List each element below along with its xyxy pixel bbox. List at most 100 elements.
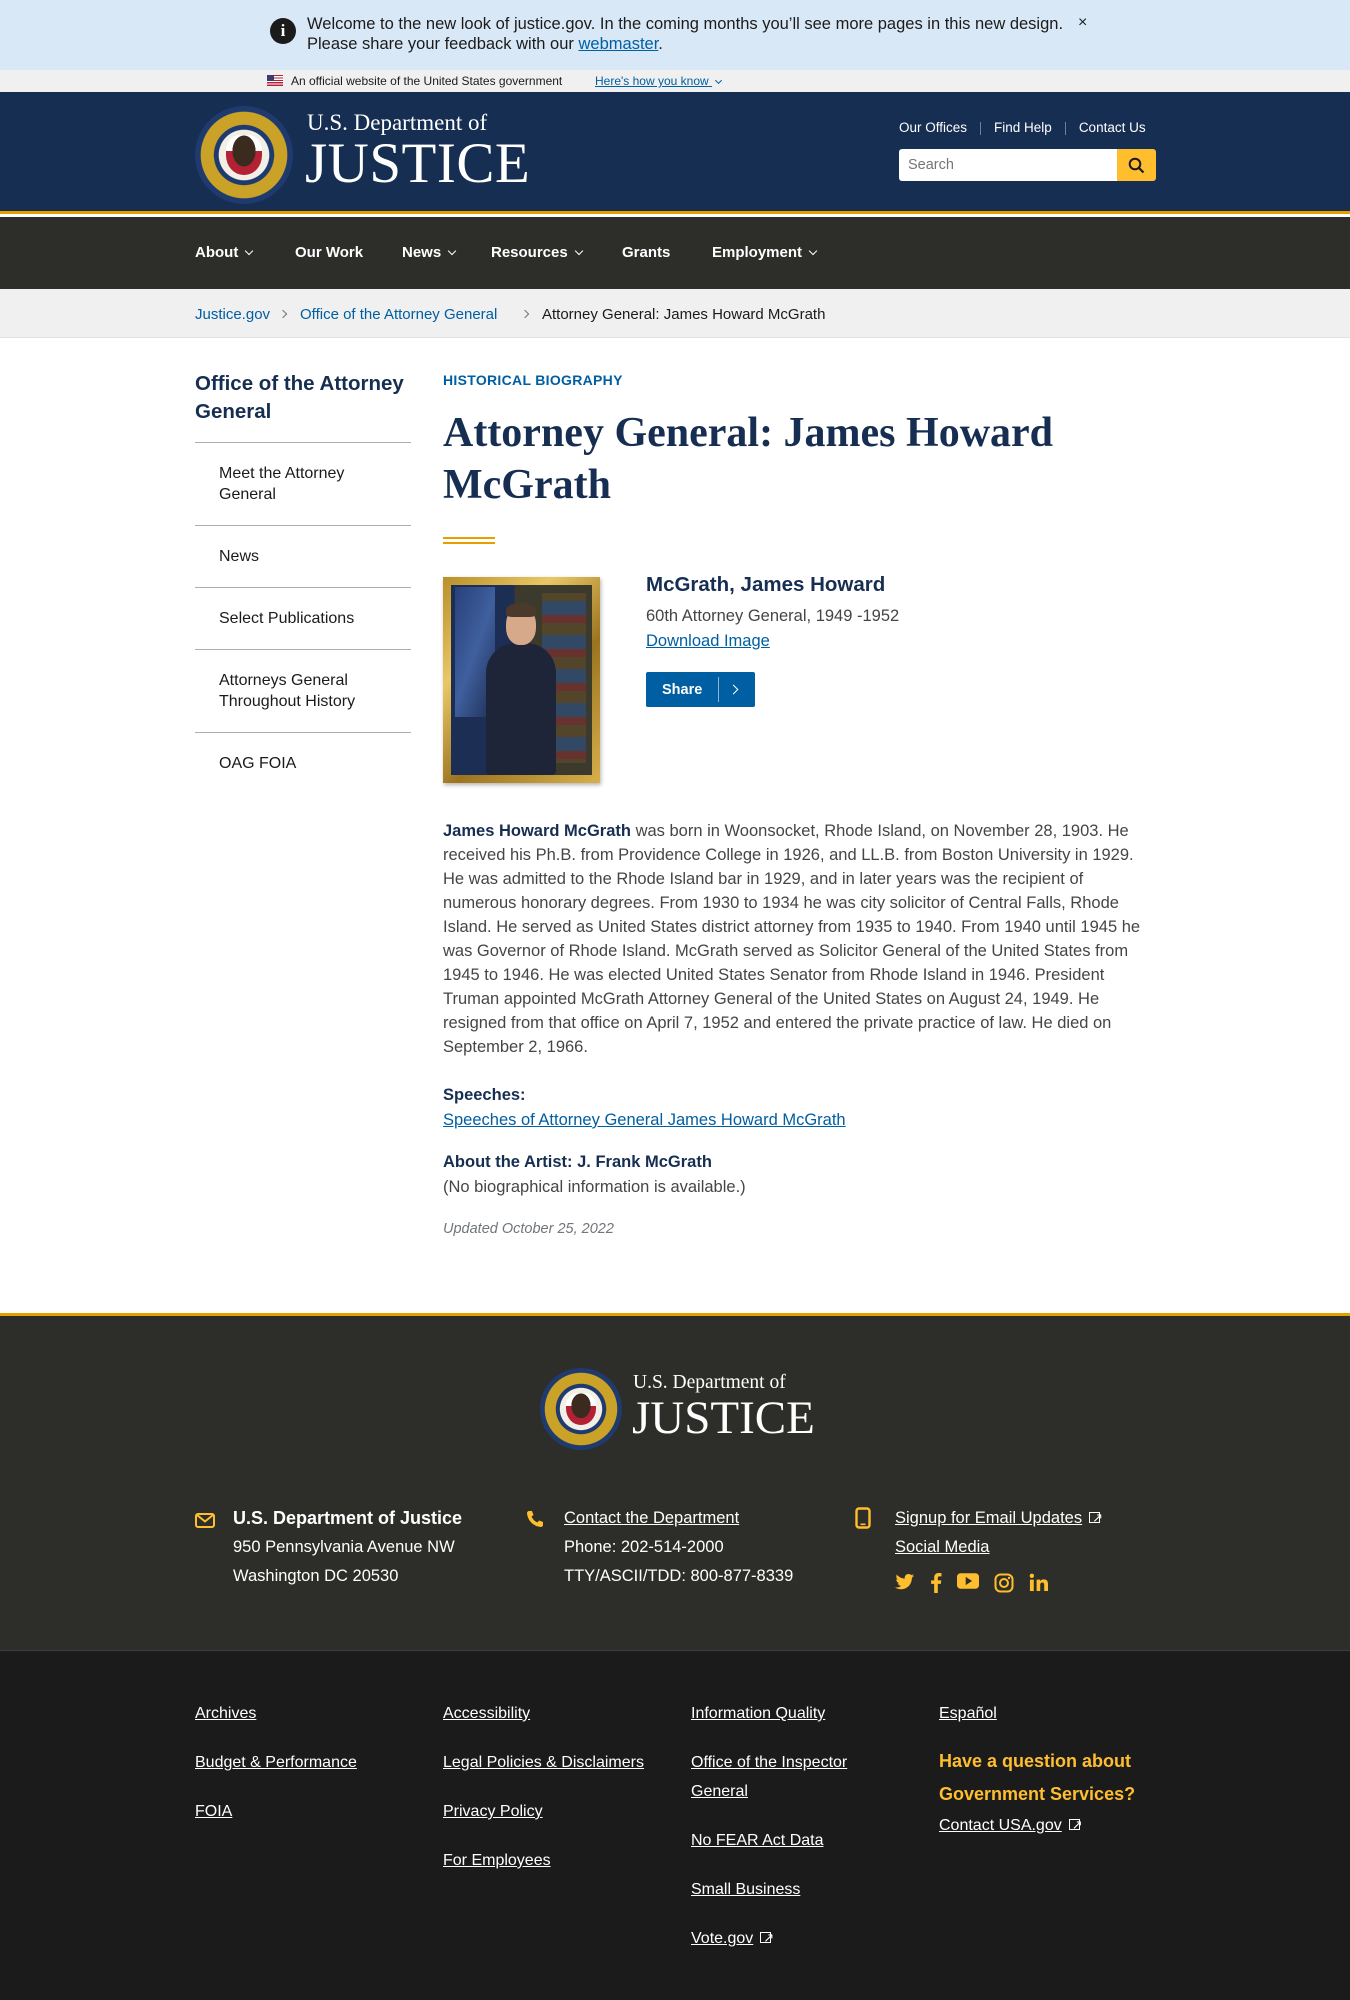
page-title: Attorney General: James Howard McGrath — [443, 410, 1054, 508]
nav-resources[interactable]: Resources — [491, 244, 583, 261]
footer-contact-info: Contact the Department Phone: 202-514-20… — [564, 1504, 793, 1591]
breadcrumb-oag[interactable]: Office of the Attorney General — [300, 306, 497, 323]
divider — [718, 677, 719, 702]
title-divider — [443, 537, 495, 544]
alert-message: Welcome to the new look of justice.gov. … — [307, 15, 1064, 53]
how-you-know-link[interactable]: Here's how you know — [595, 74, 723, 88]
footer-link-employees[interactable]: For Employees — [443, 1846, 644, 1875]
mail-icon — [195, 1513, 215, 1528]
nav-our-work[interactable]: Our Work — [295, 244, 363, 261]
breadcrumb: Justice.gov Office of the Attorney Gener… — [0, 289, 1350, 338]
external-link-icon — [1089, 1503, 1103, 1532]
chevron-right-icon — [278, 309, 288, 319]
footer-link-privacy[interactable]: Privacy Policy — [443, 1797, 644, 1826]
footer-link-info-quality[interactable]: Information Quality — [691, 1699, 881, 1728]
footer-col-3: Information Quality Office of the Inspec… — [691, 1699, 881, 1973]
footer-phone: Phone: 202-514-2000 — [564, 1538, 724, 1556]
page-kicker: HISTORICAL BIOGRAPHY — [443, 372, 623, 388]
social-media-link[interactable]: Social Media — [895, 1533, 1100, 1562]
footer-links: Archives Budget & Performance FOIA Acces… — [0, 1650, 1350, 2000]
contact-us-link[interactable]: Contact Us — [1079, 120, 1146, 135]
biography-text: James Howard McGrath was born in Woonsoc… — [443, 822, 1141, 1056]
footer-link-accessibility[interactable]: Accessibility — [443, 1699, 644, 1728]
nav-grants[interactable]: Grants — [622, 244, 670, 261]
contact-department-link[interactable]: Contact the Department — [564, 1504, 793, 1533]
facebook-icon[interactable] — [930, 1573, 942, 1593]
twitter-icon[interactable] — [895, 1573, 915, 1591]
webmaster-link[interactable]: webmaster — [579, 35, 659, 53]
find-help-link[interactable]: Find Help — [994, 120, 1052, 135]
contact-usa-link[interactable]: Contact USA.gov — [939, 1810, 1154, 1840]
main-nav: About Our Work News Resources Grants Emp… — [0, 217, 1350, 289]
chevron-right-icon — [520, 309, 530, 319]
site-alert: i Welcome to the new look of justice.gov… — [0, 0, 1350, 70]
footer-address-line1: 950 Pennsylvania Avenue NW — [233, 1538, 455, 1556]
footer-link-legal[interactable]: Legal Policies & Disclaimers — [443, 1748, 644, 1777]
external-link-icon — [760, 1923, 774, 1952]
official-banner-text: An official website of the United States… — [291, 74, 563, 88]
share-label: Share — [662, 682, 703, 698]
external-link-icon — [1068, 1810, 1083, 1839]
usa-question: Have a question about Government Service… — [939, 1751, 1136, 1804]
breadcrumb-home[interactable]: Justice.gov — [195, 306, 270, 323]
footer-address-title: U.S. Department of Justice — [233, 1508, 463, 1528]
doj-seal-logo[interactable] — [540, 1368, 622, 1450]
divider — [980, 122, 982, 135]
utility-links: Our Offices Find Help Contact Us — [899, 120, 1146, 135]
footer-link-no-fear[interactable]: No FEAR Act Data — [691, 1826, 881, 1855]
sidenav-item-publications[interactable]: Select Publications — [195, 587, 411, 649]
youtube-icon[interactable] — [957, 1573, 979, 1589]
breadcrumb-current: Attorney General: James Howard McGrath — [542, 306, 826, 323]
footer-link-espanol[interactable]: Español — [939, 1699, 1154, 1728]
nav-employment[interactable]: Employment — [712, 244, 818, 261]
search-icon — [1128, 157, 1145, 174]
official-banner: An official website of the United States… — [0, 70, 1350, 92]
chevron-down-icon — [714, 76, 723, 85]
footer-col-2: Accessibility Legal Policies & Disclaime… — [443, 1699, 644, 1895]
speeches-link[interactable]: Speeches of Attorney General James Howar… — [443, 1111, 846, 1130]
site-header: U.S. Department of JUSTICE Our Offices F… — [0, 92, 1350, 214]
sidenav-item-news[interactable]: News — [195, 525, 411, 587]
instagram-icon[interactable] — [994, 1573, 1014, 1593]
bio-term: 60th Attorney General, 1949 -1952 — [646, 607, 900, 625]
footer-address: U.S. Department of Justice 950 Pennsylva… — [233, 1504, 462, 1591]
close-icon[interactable]: × — [1078, 14, 1087, 32]
nav-news[interactable]: News — [402, 244, 457, 261]
search-button[interactable] — [1117, 149, 1156, 181]
info-icon: i — [270, 18, 296, 44]
chevron-down-icon — [808, 246, 818, 256]
share-button[interactable]: Share — [646, 672, 755, 707]
our-offices-link[interactable]: Our Offices — [899, 120, 967, 135]
footer-tty: TTY/ASCII/TDD: 800-877-8339 — [564, 1567, 794, 1585]
footer-contact: U.S. Department of JUSTICE U.S. Departme… — [0, 1313, 1350, 1650]
search-input[interactable] — [899, 149, 1117, 181]
chevron-right-icon — [728, 684, 739, 695]
social-icons — [895, 1573, 1048, 1593]
sidenav-title[interactable]: Office of the Attorney General — [195, 370, 410, 426]
footer-link-budget[interactable]: Budget & Performance — [195, 1748, 357, 1777]
sidenav-item-meet-ag[interactable]: Meet the Attorney General — [195, 442, 411, 525]
footer-link-oig[interactable]: Office of the Inspector General — [691, 1748, 881, 1806]
phone-icon — [527, 1511, 543, 1527]
linkedin-icon[interactable] — [1029, 1573, 1048, 1592]
footer-link-foia[interactable]: FOIA — [195, 1797, 357, 1826]
updated-date: Updated October 25, 2022 — [443, 1221, 614, 1237]
sidenav-item-ag-history[interactable]: Attorneys General Throughout History — [195, 649, 411, 732]
artist-heading: About the Artist: J. Frank McGrath — [443, 1153, 712, 1171]
portrait-image — [443, 577, 600, 783]
brand-title[interactable]: JUSTICE — [305, 133, 530, 195]
footer-link-archives[interactable]: Archives — [195, 1699, 357, 1728]
mobile-icon — [855, 1507, 871, 1529]
download-image-link[interactable]: Download Image — [646, 632, 770, 651]
sidenav-item-foia[interactable]: OAG FOIA — [195, 732, 411, 794]
footer-col-1: Archives Budget & Performance FOIA — [195, 1699, 357, 1846]
divider — [1064, 122, 1066, 135]
footer-link-vote[interactable]: Vote.gov — [691, 1923, 881, 1953]
chevron-down-icon — [574, 246, 583, 256]
footer-link-small-business[interactable]: Small Business — [691, 1875, 881, 1904]
doj-seal-logo[interactable] — [195, 106, 293, 204]
email-signup-link[interactable]: Signup for Email Updates — [895, 1503, 1103, 1533]
nav-about[interactable]: About — [195, 244, 254, 261]
chevron-down-icon — [245, 246, 254, 256]
bio-lead-name: James Howard McGrath — [443, 822, 631, 840]
